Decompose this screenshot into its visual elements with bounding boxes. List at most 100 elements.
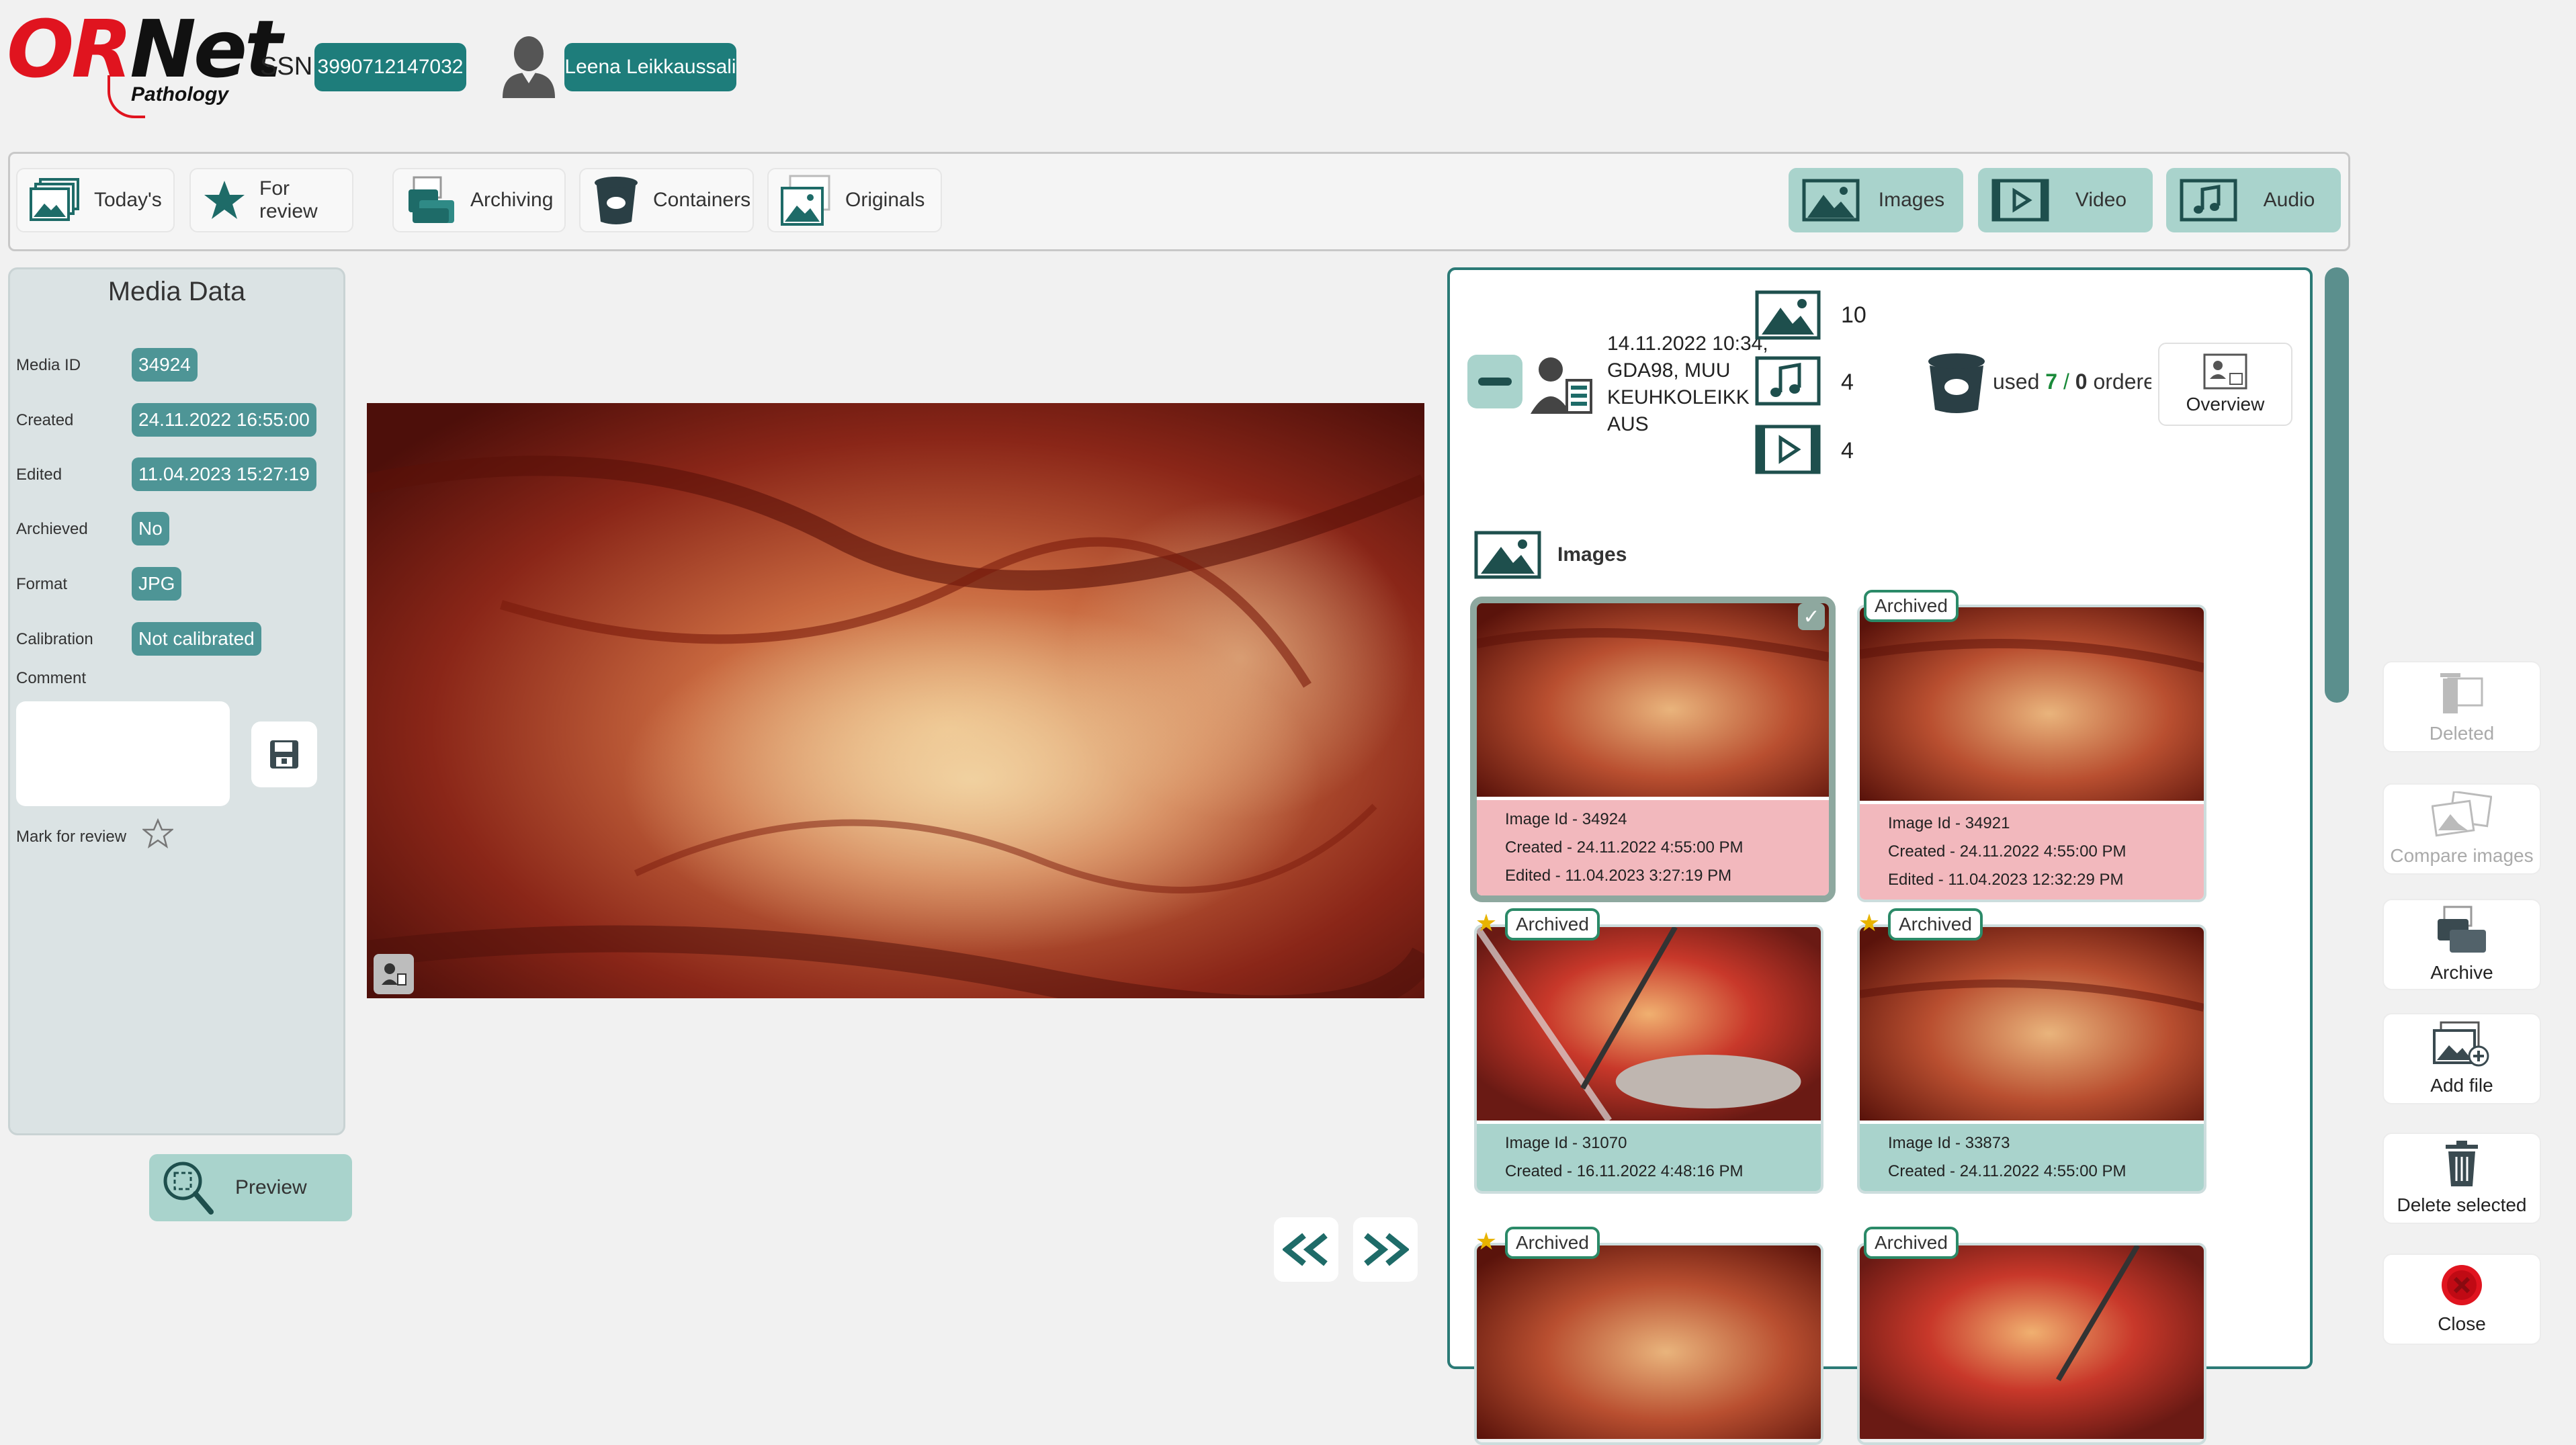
created-label: Created [16, 411, 74, 429]
edited-label: Edited [16, 466, 62, 484]
case-panel-scrollbar[interactable] [2325, 267, 2349, 703]
archive-icon [2438, 906, 2486, 953]
patient-info-icon[interactable] [374, 954, 414, 994]
image-icon [1802, 179, 1860, 222]
add-file-icon [2433, 1021, 2489, 1067]
user-avatar-icon [500, 34, 558, 98]
archived-badge: Archived [1864, 1227, 1959, 1259]
gallery-card[interactable]: Image Id - 34921 Created - 24.11.2022 4:5… [1857, 605, 2206, 902]
card-thumbnail [1860, 607, 2204, 801]
checkmark-icon: ✓ [1798, 603, 1825, 630]
save-comment-button[interactable] [251, 721, 317, 787]
container-usage: used 7 / 0 ordere [1993, 369, 2151, 394]
close-label: Close [2438, 1313, 2486, 1334]
star-icon [204, 181, 245, 219]
card-line: Edited - 11.04.2023 3:27:19 PM [1505, 867, 1732, 885]
media-data-title: Media Data [108, 277, 246, 306]
images-section-label: Images [1557, 543, 1627, 566]
trash-icon [2440, 673, 2483, 713]
format-label: Format [16, 575, 68, 593]
logo-subtitle: Pathology [131, 83, 229, 105]
gallery-icon [30, 178, 79, 221]
archive-button[interactable]: Archive [2382, 899, 2541, 990]
todays-button[interactable]: Today's [16, 168, 175, 232]
compare-images-button[interactable]: Compare images [2382, 783, 2541, 875]
compare-images-label: Compare images [2390, 845, 2534, 866]
archived-badge: Archived [1864, 590, 1959, 622]
starred-icon: ★ [1475, 1227, 1498, 1255]
preview-button[interactable]: Preview [149, 1154, 352, 1221]
card-line: Image Id - 33873 [1888, 1134, 2010, 1152]
gallery-card[interactable]: Image Id - 34924 Created - 24.11.2022 4:5… [1470, 597, 1836, 902]
images-count-icon [1755, 290, 1821, 340]
container-icon [1926, 351, 1987, 415]
for-review-button[interactable]: For review [189, 168, 353, 232]
archieved-value: No [132, 512, 169, 545]
comment-field[interactable] [16, 701, 230, 806]
double-chevron-left-icon [1283, 1233, 1328, 1266]
deleted-button[interactable]: Deleted [2382, 661, 2541, 752]
originals-button[interactable]: Originals [767, 168, 942, 232]
card-thumbnail [1477, 927, 1821, 1123]
overview-label: Overview [2186, 394, 2265, 414]
archive-icon [409, 176, 454, 223]
images-section-icon [1474, 531, 1541, 579]
images-count: 10 [1841, 302, 1866, 328]
gallery-card[interactable]: Image Id - 33873 Created - 24.11.2022 4:5… [1857, 924, 2206, 1194]
card-line: Image Id - 31070 [1505, 1134, 1627, 1152]
delete-selected-button[interactable]: Delete selected [2382, 1133, 2541, 1224]
audio-count-icon [1755, 356, 1821, 406]
card-line: Created - 16.11.2022 4:48:16 PM [1505, 1162, 1744, 1180]
audio-count: 4 [1841, 369, 1854, 395]
mark-for-review-label: Mark for review [16, 828, 127, 846]
archived-badge: Archived [1505, 908, 1600, 940]
media-id-label: Media ID [16, 356, 81, 374]
archiving-button[interactable]: Archiving [392, 168, 566, 232]
containers-button[interactable]: Containers [579, 168, 754, 232]
video-filter-button[interactable]: Video [1978, 168, 2153, 232]
audio-icon [2180, 179, 2237, 222]
main-image-viewer[interactable] [367, 403, 1424, 998]
card-thumbnail [1860, 927, 2204, 1121]
gallery-card[interactable] [1474, 1243, 1823, 1445]
gallery-card[interactable] [1857, 1243, 2206, 1445]
minus-icon [1478, 378, 1512, 386]
double-chevron-right-icon [1364, 1233, 1409, 1266]
previous-image-button[interactable] [1274, 1217, 1338, 1282]
add-file-label: Add file [2430, 1075, 2493, 1096]
close-button[interactable]: Close [2382, 1254, 2541, 1345]
next-image-button[interactable] [1353, 1217, 1418, 1282]
overview-button[interactable]: Overview [2158, 343, 2292, 426]
card-line: Edited - 11.04.2023 12:32:29 PM [1888, 871, 2124, 889]
archiving-label: Archiving [470, 189, 554, 211]
audio-filter-label: Audio [2263, 189, 2315, 211]
audio-filter-button[interactable]: Audio [2166, 168, 2341, 232]
used-count: 7 [2045, 369, 2058, 394]
images-filter-label: Images [1878, 189, 1945, 211]
delete-selected-label: Delete selected [2397, 1194, 2527, 1215]
format-value: JPG [132, 567, 182, 601]
zoom-icon [163, 1162, 214, 1215]
gallery-card[interactable]: Image Id - 31070 Created - 16.11.2022 4:4… [1474, 924, 1823, 1194]
starred-icon: ★ [1858, 909, 1881, 936]
deleted-label: Deleted [2429, 723, 2495, 744]
user-name-badge[interactable]: Leena Leikkaussali [564, 43, 736, 91]
collapse-button[interactable] [1467, 355, 1522, 408]
originals-label: Originals [845, 189, 925, 211]
close-icon [2442, 1265, 2482, 1305]
starred-icon: ★ [1475, 909, 1498, 936]
images-filter-button[interactable]: Images [1789, 168, 1963, 232]
compare-icon [2432, 791, 2492, 837]
archive-label: Archive [2430, 962, 2493, 983]
ssn-value: 3990712147032 [314, 43, 466, 91]
mark-for-review-star-icon[interactable] [141, 818, 175, 849]
card-line: Created - 24.11.2022 4:55:00 PM [1888, 842, 2127, 861]
originals-icon [781, 175, 830, 226]
video-filter-label: Video [2075, 189, 2127, 211]
add-file-button[interactable]: Add file [2382, 1013, 2541, 1104]
overview-icon [2203, 353, 2247, 390]
video-count: 4 [1841, 438, 1854, 464]
calibration-label: Calibration [16, 630, 93, 648]
images-section-header: Images [1474, 531, 1627, 579]
archived-badge: Archived [1505, 1227, 1600, 1259]
